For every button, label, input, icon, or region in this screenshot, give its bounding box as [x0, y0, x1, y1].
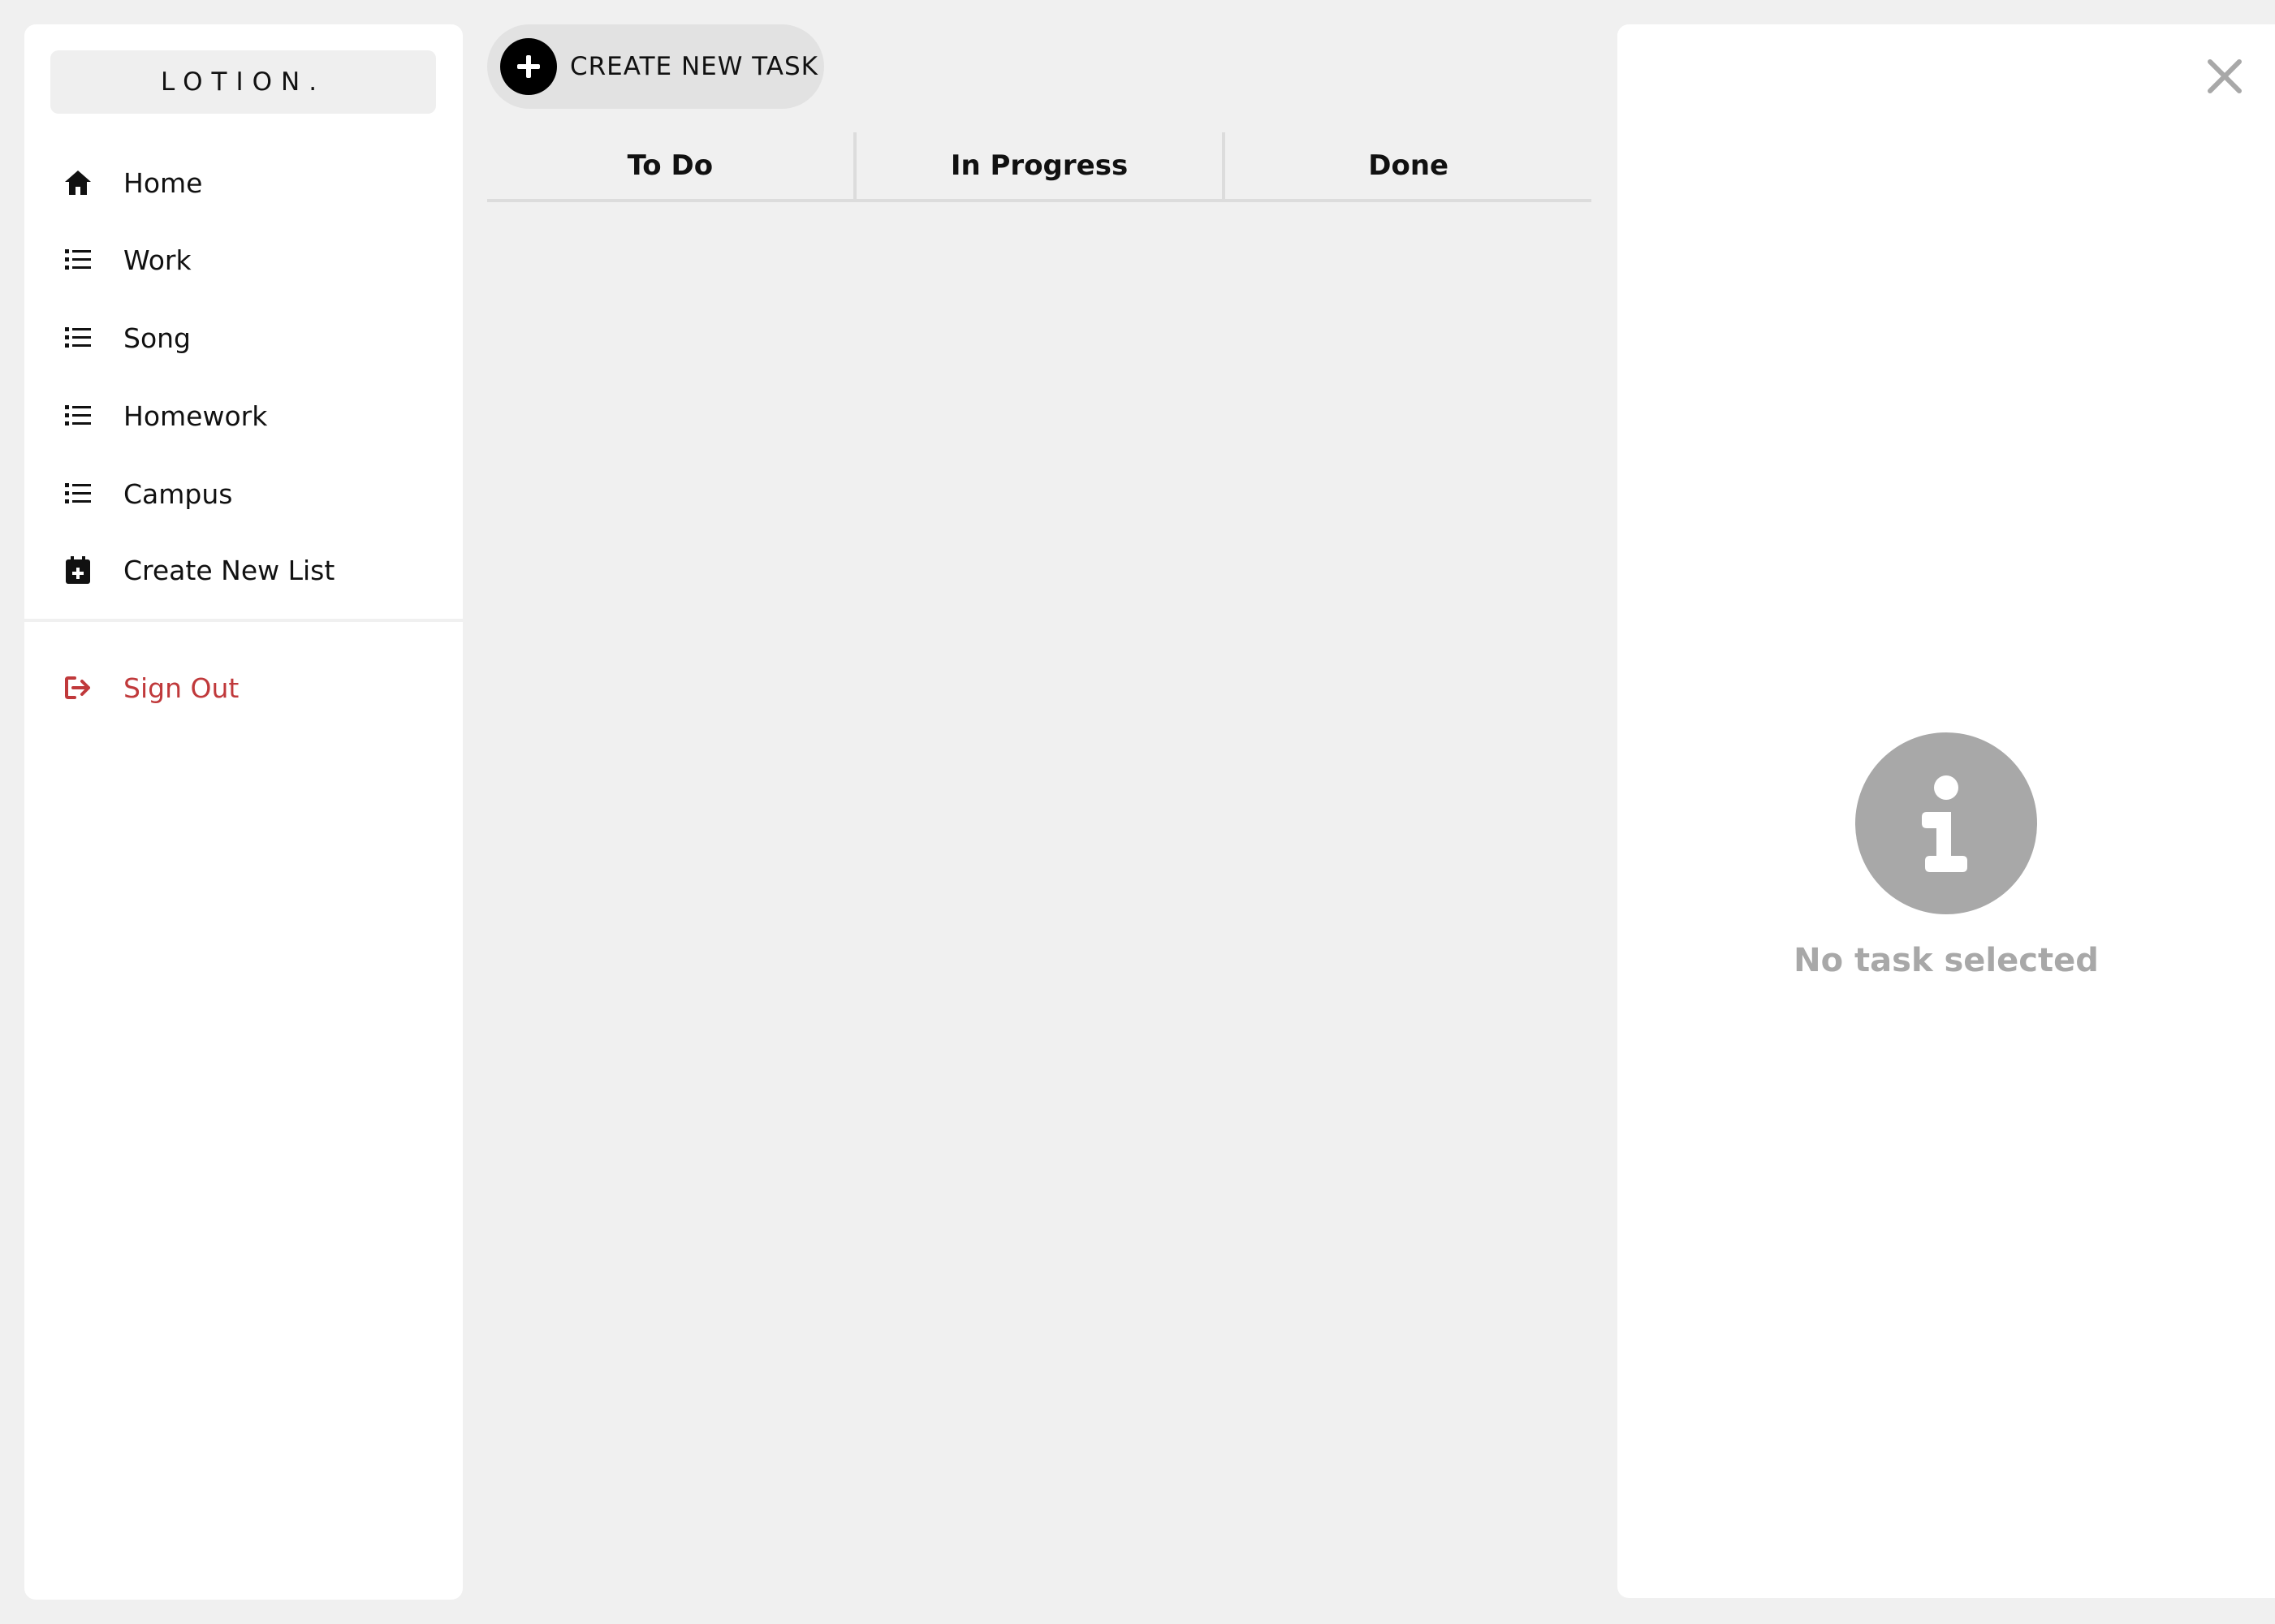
sidebar-item-label: Work	[123, 244, 192, 276]
sidebar-item-label: Create New List	[123, 554, 335, 586]
sidebar: LOTION. Home Work Song Homework Campus C…	[24, 24, 463, 1600]
list-icon	[63, 479, 93, 508]
sidebar-item-homework[interactable]: Homework	[24, 387, 463, 444]
sign-out-button[interactable]: Sign Out	[24, 659, 463, 716]
sidebar-item-label: Campus	[123, 477, 233, 510]
no-task-selected-message: No task selected	[1794, 942, 2099, 979]
sidebar-item-label: Homework	[123, 400, 268, 432]
plus-icon	[500, 38, 557, 95]
sidebar-divider	[24, 619, 463, 622]
sidebar-item-campus[interactable]: Campus	[24, 465, 463, 522]
list-icon	[63, 245, 93, 274]
sign-out-label: Sign Out	[123, 672, 240, 704]
sidebar-item-label: Song	[123, 322, 191, 354]
brand-logo[interactable]: LOTION.	[50, 50, 436, 114]
create-new-task-button[interactable]: CREATE NEW TASK	[487, 24, 824, 109]
list-icon	[63, 401, 93, 430]
calendar-plus-icon	[63, 555, 93, 585]
sidebar-item-work[interactable]: Work	[24, 231, 463, 288]
sidebar-item-label: Home	[123, 166, 203, 199]
column-in-progress[interactable]: In Progress	[853, 132, 1223, 199]
home-icon	[63, 168, 93, 197]
sign-out-icon	[63, 673, 93, 702]
column-todo[interactable]: To Do	[487, 132, 853, 199]
sidebar-item-create-new-list[interactable]: Create New List	[24, 542, 463, 598]
column-done[interactable]: Done	[1222, 132, 1591, 199]
info-icon	[1855, 732, 2037, 914]
create-new-task-label: CREATE NEW TASK	[570, 52, 818, 81]
sidebar-item-song[interactable]: Song	[24, 309, 463, 366]
sidebar-item-home[interactable]: Home	[24, 154, 463, 211]
close-icon[interactable]	[2202, 54, 2247, 99]
board-columns: To Do In Progress Done	[487, 132, 1591, 202]
task-detail-panel: No task selected	[1617, 24, 2275, 1598]
list-icon	[63, 323, 93, 352]
